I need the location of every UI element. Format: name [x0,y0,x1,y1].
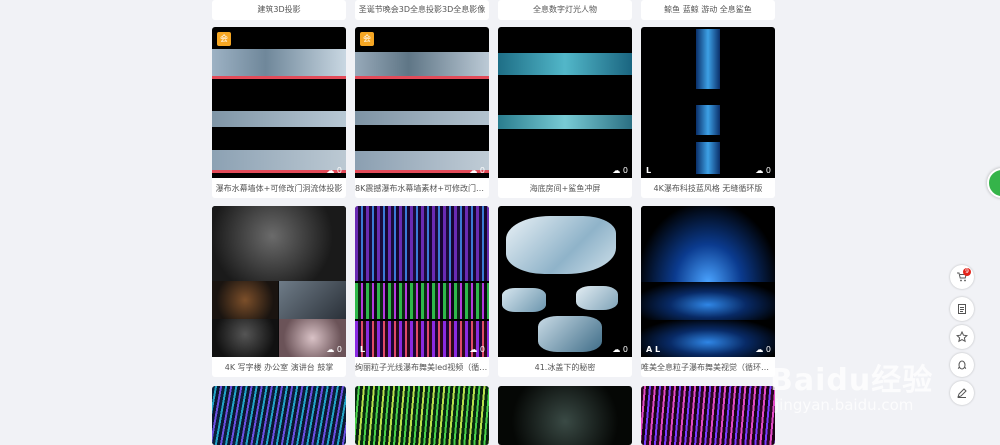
download-count: ☁ 0 [469,166,485,175]
thumbnail: 会 ☁ 0 [212,27,346,178]
thumbnail: ☁ 0 [498,206,632,357]
video-card[interactable]: ☁ 0 4K 写字楼 办公室 演讲台 鼓掌 [212,206,346,377]
download-count: ☁ 0 [612,166,628,175]
resolution-mark: A L [646,345,661,354]
floating-helper-icon[interactable] [987,168,1000,198]
cart-button[interactable]: 9 [950,265,974,289]
card-caption: 全息数字灯光人物 [533,5,597,14]
favorite-button[interactable] [950,325,974,349]
card-caption: 绚丽粒子光线瀑布舞美led视频（循环） [355,363,489,372]
star-icon [956,331,968,343]
card-caption: 海底房间+鲨鱼冲屏 [529,184,601,193]
edit-icon [957,388,967,398]
baidu-watermark-url: jingyan.baidu.com [775,396,914,414]
video-card[interactable]: 会 ☁ 0 8K震撼瀑布水幕墙素材+可修改门洞... [355,27,489,198]
thumbnail: A L ☁ 0 [641,206,775,357]
thumbnail [641,386,775,445]
card-caption: 唯美全息粒子瀑布舞美视觉（循环遇... [641,363,775,372]
resolution-mark: L [646,166,652,175]
edit-button[interactable] [950,381,974,405]
thumbnail: L ☁ 0 [355,206,489,357]
video-card[interactable] [641,386,775,445]
thumbnail: L ☁ 0 [641,27,775,178]
thumbnail [355,386,489,445]
top-card-1[interactable]: 建筑3D投影 [212,0,346,20]
card-caption: 41.冰盖下的秘密 [534,363,596,372]
card-caption: 建筑3D投影 [257,5,301,14]
video-card[interactable]: L ☁ 0 4K瀑布科技蓝风格 无缝循环版 [641,27,775,198]
document-icon [958,304,966,314]
thumbnail: ☁ 0 [498,27,632,178]
card-caption: 瀑布水幕墙体+可修改门洞流体投影 [215,184,343,193]
vip-badge: 会 [217,32,231,46]
card-caption: 4K 写字楼 办公室 演讲台 鼓掌 [224,363,334,372]
cart-badge: 9 [963,268,971,276]
top-card-2[interactable]: 圣诞节晚会3D全息投影3D全息影像 [355,0,489,20]
video-card[interactable] [498,386,632,445]
video-card[interactable] [355,386,489,445]
top-card-3[interactable]: 全息数字灯光人物 [498,0,632,20]
video-card[interactable] [212,386,346,445]
video-card[interactable]: 会 ☁ 0 瀑布水幕墙体+可修改门洞流体投影 [212,27,346,198]
download-count: ☁ 0 [612,345,628,354]
resolution-mark: L [360,345,366,354]
vip-badge: 会 [360,32,374,46]
qq-button[interactable] [950,353,974,377]
baidu-watermark-logo: Baidu经验 [770,363,934,398]
card-caption: 8K震撼瀑布水幕墙素材+可修改门洞... [355,184,489,193]
download-count: ☁ 0 [755,345,771,354]
thumbnail [498,386,632,445]
thumbnail: ☁ 0 [212,206,346,357]
download-count: ☁ 0 [469,345,485,354]
video-card[interactable]: ☁ 0 41.冰盖下的秘密 [498,206,632,377]
video-card[interactable]: ☁ 0 海底房间+鲨鱼冲屏 [498,27,632,198]
download-count: ☁ 0 [755,166,771,175]
video-card[interactable]: A L ☁ 0 唯美全息粒子瀑布舞美视觉（循环遇... [641,206,775,377]
thumbnail [212,386,346,445]
top-card-4[interactable]: 鲸鱼 蓝鲸 游动 全息鲨鱼 [641,0,775,20]
card-caption: 鲸鱼 蓝鲸 游动 全息鲨鱼 [664,5,752,14]
document-button[interactable] [950,297,974,321]
video-card[interactable]: L ☁ 0 绚丽粒子光线瀑布舞美led视频（循环） [355,206,489,377]
thumbnail: 会 ☁ 0 [355,27,489,178]
card-caption: 4K瀑布科技蓝风格 无缝循环版 [653,184,763,193]
card-caption: 圣诞节晚会3D全息投影3D全息影像 [358,5,486,14]
qq-icon [957,360,967,370]
download-count: ☁ 0 [326,166,342,175]
download-count: ☁ 0 [326,345,342,354]
